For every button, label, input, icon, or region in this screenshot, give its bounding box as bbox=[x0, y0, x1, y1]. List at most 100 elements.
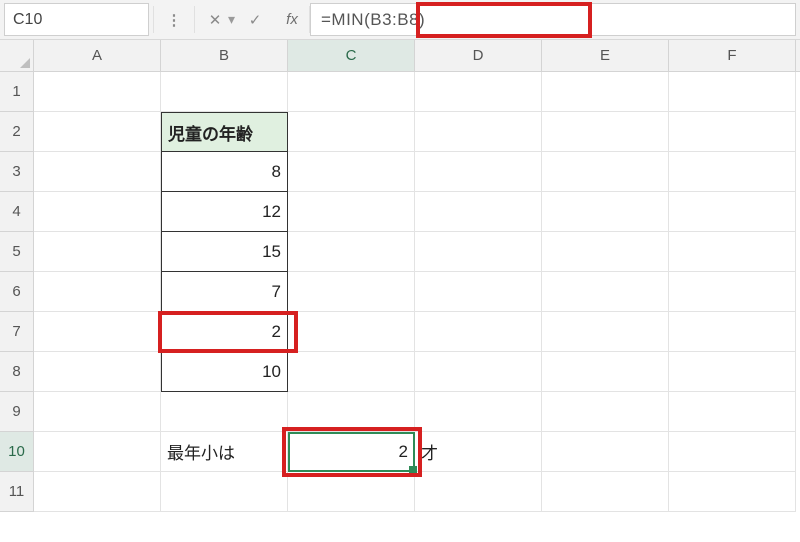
cell-F9[interactable] bbox=[669, 392, 796, 432]
cell-E5[interactable] bbox=[542, 232, 669, 272]
cell-A4[interactable] bbox=[34, 192, 161, 232]
cell-E7[interactable] bbox=[542, 312, 669, 352]
name-box-input[interactable] bbox=[5, 11, 228, 29]
confirm-icon[interactable]: ✓ bbox=[235, 0, 275, 39]
row-header[interactable]: 2 bbox=[0, 112, 34, 152]
cell-B4[interactable]: 12 bbox=[161, 192, 288, 232]
rows-container: 1 2 児童の年齢 3 8 bbox=[0, 72, 800, 512]
cell-F10[interactable] bbox=[669, 432, 796, 472]
cell-C10[interactable]: 2 bbox=[288, 432, 415, 472]
cell-B2[interactable]: 児童の年齢 bbox=[161, 112, 288, 152]
cell-A2[interactable] bbox=[34, 112, 161, 152]
cell-B8[interactable]: 10 bbox=[161, 352, 288, 392]
cell-C5[interactable] bbox=[288, 232, 415, 272]
cell-D6[interactable] bbox=[415, 272, 542, 312]
table-row: 2 児童の年齢 bbox=[0, 112, 800, 152]
formula-input[interactable]: =MIN(B3:B8) bbox=[310, 3, 796, 36]
column-header-E[interactable]: E bbox=[542, 40, 669, 71]
cell-D7[interactable] bbox=[415, 312, 542, 352]
cell-C11[interactable] bbox=[288, 472, 415, 512]
row-header[interactable]: 5 bbox=[0, 232, 34, 272]
cell-E3[interactable] bbox=[542, 152, 669, 192]
cell-C6[interactable] bbox=[288, 272, 415, 312]
table-row: 5 15 bbox=[0, 232, 800, 272]
cell-A5[interactable] bbox=[34, 232, 161, 272]
row-header[interactable]: 8 bbox=[0, 352, 34, 392]
cell-E6[interactable] bbox=[542, 272, 669, 312]
cell-B11[interactable] bbox=[161, 472, 288, 512]
cell-F3[interactable] bbox=[669, 152, 796, 192]
cell-B6[interactable]: 7 bbox=[161, 272, 288, 312]
row-header[interactable]: 11 bbox=[0, 472, 34, 512]
table-row: 6 7 bbox=[0, 272, 800, 312]
cell-A11[interactable] bbox=[34, 472, 161, 512]
cell-F4[interactable] bbox=[669, 192, 796, 232]
cell-F11[interactable] bbox=[669, 472, 796, 512]
cell-C2[interactable] bbox=[288, 112, 415, 152]
fx-label[interactable]: fx bbox=[275, 0, 309, 39]
table-row: 3 8 bbox=[0, 152, 800, 192]
column-header-B[interactable]: B bbox=[161, 40, 288, 71]
cell-F8[interactable] bbox=[669, 352, 796, 392]
column-header-F[interactable]: F bbox=[669, 40, 796, 71]
cell-E10[interactable] bbox=[542, 432, 669, 472]
table-row: 8 10 bbox=[0, 352, 800, 392]
cell-D1[interactable] bbox=[415, 72, 542, 112]
cell-B3[interactable]: 8 bbox=[161, 152, 288, 192]
row-header[interactable]: 3 bbox=[0, 152, 34, 192]
cell-D10[interactable]: 才 bbox=[415, 432, 542, 472]
cell-E2[interactable] bbox=[542, 112, 669, 152]
cell-C4[interactable] bbox=[288, 192, 415, 232]
column-header-D[interactable]: D bbox=[415, 40, 542, 71]
cell-C9[interactable] bbox=[288, 392, 415, 432]
cell-E1[interactable] bbox=[542, 72, 669, 112]
cell-A6[interactable] bbox=[34, 272, 161, 312]
column-header-A[interactable]: A bbox=[34, 40, 161, 71]
table-row: 10 最年小は 2 才 bbox=[0, 432, 800, 472]
cell-D8[interactable] bbox=[415, 352, 542, 392]
cell-C8[interactable] bbox=[288, 352, 415, 392]
cell-F5[interactable] bbox=[669, 232, 796, 272]
cell-E11[interactable] bbox=[542, 472, 669, 512]
cell-A7[interactable] bbox=[34, 312, 161, 352]
cell-F6[interactable] bbox=[669, 272, 796, 312]
cell-C7[interactable] bbox=[288, 312, 415, 352]
cell-B9[interactable] bbox=[161, 392, 288, 432]
cell-E9[interactable] bbox=[542, 392, 669, 432]
cell-A9[interactable] bbox=[34, 392, 161, 432]
cell-A1[interactable] bbox=[34, 72, 161, 112]
cell-D11[interactable] bbox=[415, 472, 542, 512]
select-all-corner[interactable] bbox=[0, 40, 34, 71]
row-header[interactable]: 10 bbox=[0, 432, 34, 472]
row-header[interactable]: 6 bbox=[0, 272, 34, 312]
row-header[interactable]: 9 bbox=[0, 392, 34, 432]
row-header[interactable]: 4 bbox=[0, 192, 34, 232]
cell-C1[interactable] bbox=[288, 72, 415, 112]
cell-D3[interactable] bbox=[415, 152, 542, 192]
column-header-C[interactable]: C bbox=[288, 40, 415, 71]
cell-B5[interactable]: 15 bbox=[161, 232, 288, 272]
row-header[interactable]: 1 bbox=[0, 72, 34, 112]
cell-C3[interactable] bbox=[288, 152, 415, 192]
cell-E8[interactable] bbox=[542, 352, 669, 392]
cell-D4[interactable] bbox=[415, 192, 542, 232]
table-row: 9 bbox=[0, 392, 800, 432]
cell-F1[interactable] bbox=[669, 72, 796, 112]
cell-F2[interactable] bbox=[669, 112, 796, 152]
cell-A8[interactable] bbox=[34, 352, 161, 392]
cell-D9[interactable] bbox=[415, 392, 542, 432]
cell-B1[interactable] bbox=[161, 72, 288, 112]
cell-A10[interactable] bbox=[34, 432, 161, 472]
column-header-row: A B C D E F bbox=[0, 40, 800, 72]
cell-B7[interactable]: 2 bbox=[161, 312, 288, 352]
row-header[interactable]: 7 bbox=[0, 312, 34, 352]
cell-B10[interactable]: 最年小は bbox=[161, 432, 288, 472]
name-box[interactable]: ▾ bbox=[4, 3, 149, 36]
cell-F7[interactable] bbox=[669, 312, 796, 352]
table-row: 1 bbox=[0, 72, 800, 112]
cell-D2[interactable] bbox=[415, 112, 542, 152]
cell-D5[interactable] bbox=[415, 232, 542, 272]
cell-A3[interactable] bbox=[34, 152, 161, 192]
chevron-down-icon[interactable]: ▾ bbox=[228, 11, 235, 28]
cell-E4[interactable] bbox=[542, 192, 669, 232]
